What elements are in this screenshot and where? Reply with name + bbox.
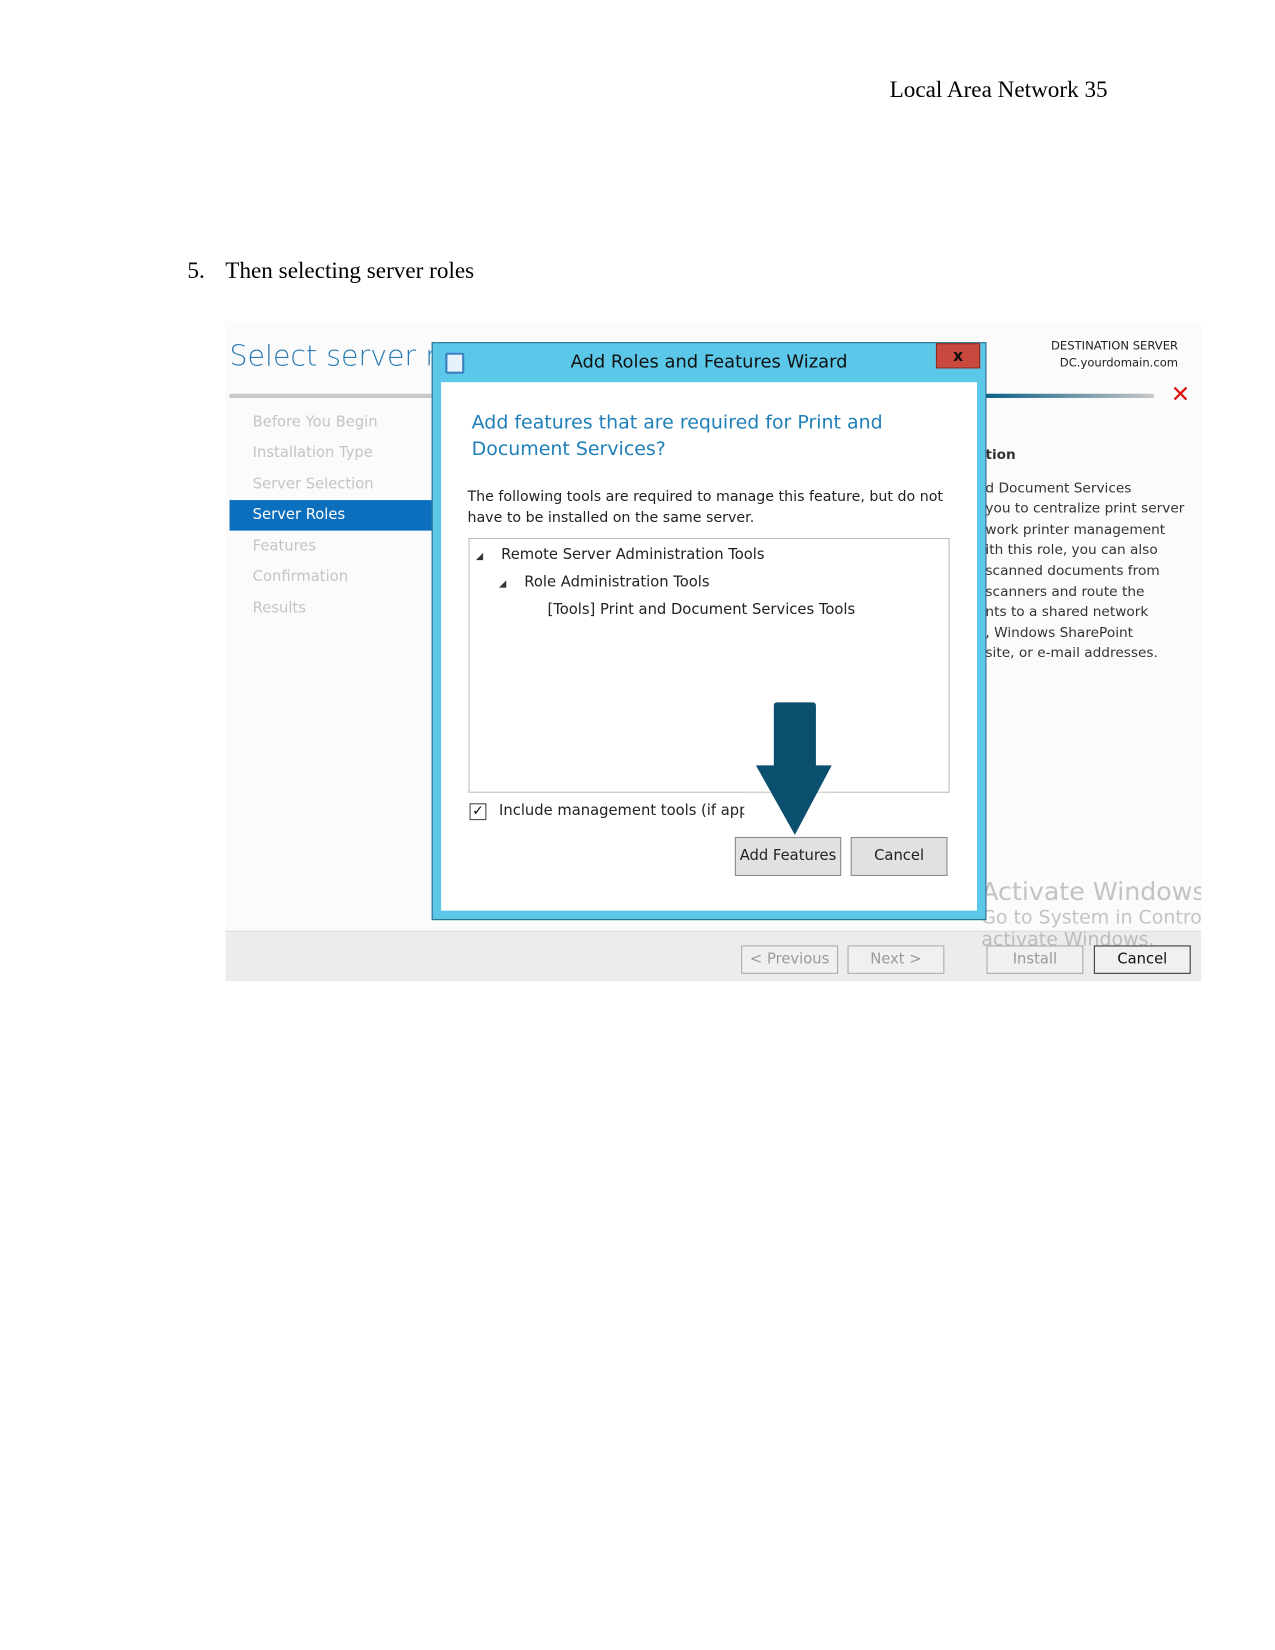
nav-results[interactable]: Results: [230, 594, 441, 625]
expand-triangle-icon[interactable]: ◢: [476, 552, 483, 563]
tree-item[interactable]: Remote Server Administration Tools: [501, 546, 764, 563]
wizard-screenshot: Select server ro DESTINATION SERVER DC.y…: [225, 321, 1202, 982]
description-line: ith this role, you can also: [985, 542, 1158, 559]
destination-server: DESTINATION SERVER DC.yourdomain.com: [1051, 338, 1178, 372]
dialog-body: Add features that are required for Print…: [441, 382, 977, 911]
description-line: site, or e-mail addresses.: [985, 645, 1158, 662]
expand-triangle-icon[interactable]: ◢: [499, 579, 506, 590]
nav-server-roles[interactable]: Server Roles: [229, 500, 441, 531]
features-tree: ◢ Remote Server Administration Tools ◢ R…: [468, 537, 950, 793]
description-line: nts to a shared network: [985, 604, 1149, 621]
next-button[interactable]: Next >: [847, 945, 945, 974]
nav-confirmation[interactable]: Confirmation: [230, 562, 441, 593]
description-line: scanners and route the: [985, 583, 1145, 600]
description-line: d Document Services: [985, 480, 1132, 497]
tree-item[interactable]: [Tools] Print and Document Services Tool…: [547, 601, 855, 618]
destination-value: DC.yourdomain.com: [1059, 355, 1179, 370]
watermark-line: Go to System in Control Pa: [981, 906, 1202, 929]
description-line: , Windows SharePoint: [985, 625, 1134, 641]
dialog-cancel-button[interactable]: Cancel: [850, 836, 948, 876]
tree-item[interactable]: Role Administration Tools: [524, 574, 709, 591]
step-heading: 5. Then selecting server roles: [187, 257, 474, 284]
running-head: Local Area Network 35: [889, 75, 1108, 103]
nav-features[interactable]: Features: [230, 532, 441, 563]
destination-label: DESTINATION SERVER: [1050, 339, 1179, 353]
include-tools-label: Include management tools (if applic: [499, 802, 765, 820]
description-heading: tion: [985, 447, 1016, 464]
nav-before-you-begin[interactable]: Before You Begin: [230, 407, 441, 438]
description-line: scanned documents from: [985, 563, 1160, 580]
description-line: you to centralize print server: [985, 501, 1185, 518]
progress-bar-left: [229, 393, 441, 398]
add-features-button[interactable]: Add Features: [734, 836, 842, 876]
step-text: Then selecting server roles: [225, 256, 475, 284]
dialog-info: The following tools are required to mana…: [467, 488, 943, 527]
include-tools-checkbox[interactable]: ✓: [469, 803, 487, 821]
error-x-icon: ✕: [1170, 382, 1191, 409]
activation-watermark: Activate Windows Go to System in Control…: [981, 877, 1201, 951]
step-number: 5.: [187, 256, 205, 284]
dialog-title: Add Roles and Features Wizard: [570, 351, 848, 373]
watermark-line: activate Windows.: [981, 928, 1155, 951]
nav-server-selection[interactable]: Server Selection: [230, 470, 441, 501]
dialog-close-button[interactable]: x: [935, 343, 981, 369]
dialog-question: Add features that are required for Print…: [471, 411, 883, 461]
down-arrow-icon: [755, 702, 832, 835]
watermark-line: Activate Windows: [981, 876, 1202, 907]
progress-bar-right: [985, 393, 1154, 398]
description-line: work printer management: [985, 521, 1166, 538]
page-title: Select server ro: [229, 340, 454, 373]
role-description: tion d Document Services you to centrali…: [985, 445, 1184, 664]
nav-installation-type[interactable]: Installation Type: [230, 438, 441, 469]
add-features-dialog: Add Roles and Features Wizard x Add feat…: [431, 342, 987, 921]
previous-button[interactable]: < Previous: [741, 945, 839, 974]
